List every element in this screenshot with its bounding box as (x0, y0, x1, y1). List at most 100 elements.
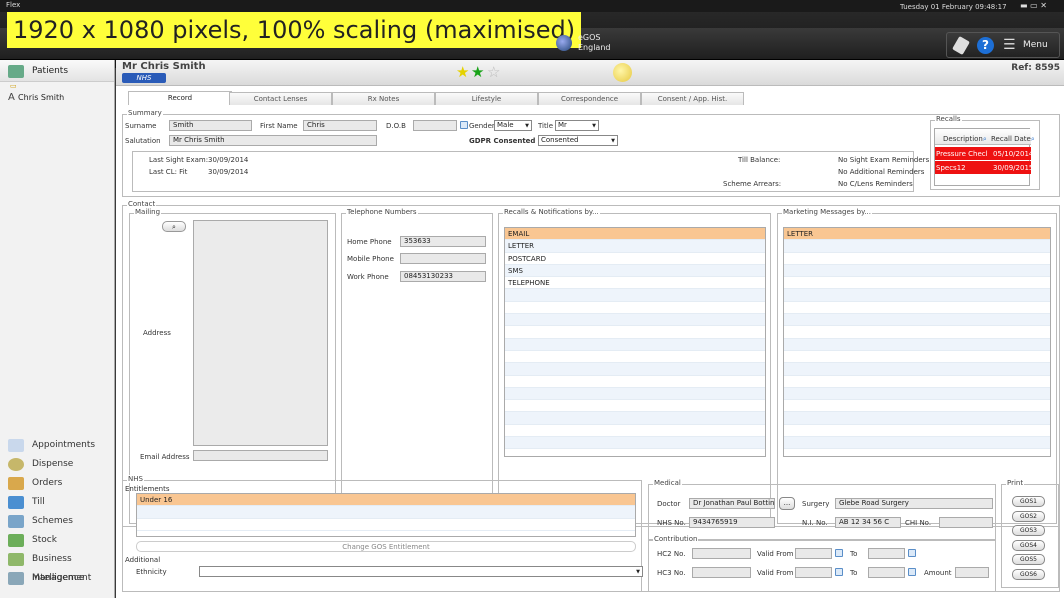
gender-select[interactable]: Male (494, 120, 532, 131)
chi-number-label: CHI No. (905, 519, 932, 527)
calendar-icon[interactable] (908, 568, 916, 576)
list-item (505, 338, 765, 351)
entitlements-list[interactable]: Under 16 (136, 493, 636, 537)
management-icon (8, 572, 24, 585)
tab-contact-lenses[interactable]: Contact Lenses (229, 92, 332, 105)
egos-button[interactable]: eGOS England (556, 33, 610, 53)
list-item[interactable]: Under 16 (137, 494, 635, 507)
col-label: Description (943, 135, 983, 143)
chi-number-field[interactable] (939, 517, 993, 528)
doctor-lookup-button[interactable]: ... (779, 497, 795, 510)
calendar-icon[interactable] (835, 549, 843, 557)
ethnicity-select[interactable] (199, 566, 643, 577)
gos3-button[interactable]: GOS3 (1012, 525, 1045, 536)
gos2-button[interactable]: GOS2 (1012, 511, 1045, 522)
hc3-label: HC3 No. (657, 569, 686, 577)
calendar-icon[interactable] (908, 549, 916, 557)
hc2-to-field[interactable] (868, 548, 905, 559)
menu-icon[interactable]: ☰ (1003, 37, 1016, 53)
nav-till[interactable]: Till (0, 493, 115, 512)
list-item (784, 302, 1050, 315)
recalls-col-date[interactable]: Recall Date⌕ (991, 135, 1035, 144)
hc3-valid-from-field[interactable] (795, 567, 832, 578)
nav-appointments[interactable]: Appointments (0, 436, 115, 455)
gos1-button[interactable]: GOS1 (1012, 496, 1045, 507)
hc2-valid-from-field[interactable] (795, 548, 832, 559)
nav-management[interactable]: Management (0, 569, 115, 588)
gos4-button[interactable]: GOS4 (1012, 540, 1045, 551)
work-phone-field[interactable]: 08453130233 (400, 271, 486, 282)
tab-lifestyle[interactable]: Lifestyle (435, 92, 538, 105)
print-panel: Print GOS1 GOS2 GOS3 GOS4 GOS5 GOS6 (1001, 479, 1059, 588)
list-item[interactable]: LETTER (505, 240, 765, 253)
amount-field[interactable] (955, 567, 989, 578)
recall-row[interactable]: Specs12 30/09/2015 (935, 161, 1033, 174)
calendar-icon[interactable] (835, 568, 843, 576)
tab-correspondence[interactable]: Correspondence (538, 92, 641, 105)
notification-list[interactable]: EMAIL LETTER POSTCARD SMS TELEPHONE (504, 227, 766, 457)
menu-button[interactable]: Menu (1023, 40, 1048, 50)
gos6-button[interactable]: GOS6 (1012, 569, 1045, 580)
recall-row[interactable]: Pressure Checl 05/10/2014 (935, 147, 1034, 160)
hc3-field[interactable] (692, 567, 751, 578)
gdpr-select[interactable]: Consented (538, 135, 618, 146)
firstname-label: First Name (260, 122, 298, 130)
hc2-field[interactable] (692, 548, 751, 559)
help-icon[interactable]: ? (977, 37, 994, 54)
firstname-field[interactable]: Chris (303, 120, 377, 131)
contact-legend: Contact (127, 200, 157, 208)
star-icon[interactable]: ★ (471, 64, 484, 80)
surgery-field[interactable]: Glebe Road Surgery (835, 498, 993, 509)
list-item (784, 240, 1050, 253)
address-field[interactable] (193, 220, 328, 446)
list-item (505, 363, 765, 376)
hc3-to-field[interactable] (868, 567, 905, 578)
list-item[interactable]: LETTER (784, 228, 1050, 241)
tab-consent[interactable]: Consent / App. Hist. (641, 92, 744, 105)
nav-patients[interactable]: Patients (0, 60, 114, 82)
search-icon: ⌕ (1030, 135, 1035, 143)
salutation-field[interactable]: Mr Chris Smith (169, 135, 377, 146)
nav-label: Orders (32, 478, 63, 488)
star-icon[interactable]: ★ (456, 64, 469, 80)
reminder-text: No Additional Reminders (838, 168, 925, 176)
entitlements-legend: Entitlements (125, 485, 170, 493)
calendar-icon[interactable] (460, 121, 468, 129)
nav-schemes[interactable]: Schemes (0, 512, 115, 531)
surname-field[interactable]: Smith (169, 120, 252, 131)
mobile-phone-field[interactable] (400, 253, 486, 264)
list-item[interactable]: EMAIL (505, 228, 765, 241)
pen-icon[interactable] (952, 36, 970, 55)
marketing-list[interactable]: LETTER (783, 227, 1051, 457)
dob-label: D.O.B (386, 122, 406, 130)
tab-rx-notes[interactable]: Rx Notes (332, 92, 435, 105)
title-select[interactable]: Mr (555, 120, 599, 131)
tab-record[interactable]: Record (128, 91, 232, 105)
list-item[interactable]: SMS (505, 264, 765, 278)
home-phone-field[interactable]: 353633 (400, 236, 486, 247)
address-search-icon[interactable]: ⌕ (162, 221, 186, 232)
last-cl-value: 30/09/2014 (208, 168, 249, 176)
recall-date: 05/10/2014 (993, 150, 1034, 158)
stock-icon (8, 534, 24, 547)
dob-field[interactable] (413, 120, 457, 131)
list-item (784, 425, 1050, 438)
list-item (784, 400, 1050, 413)
resolution-banner: 1920 x 1080 pixels, 100% scaling (maximi… (7, 12, 582, 48)
change-gos-button[interactable]: Change GOS Entitlement (136, 541, 636, 552)
nav-orders[interactable]: Orders (0, 474, 115, 493)
nhs-number-field[interactable]: 9434765919 (689, 517, 775, 528)
list-item[interactable]: POSTCARD (505, 253, 765, 265)
gos5-button[interactable]: GOS5 (1012, 554, 1045, 565)
recalls-col-description[interactable]: Description⌕ (943, 135, 987, 144)
nav-dispense[interactable]: Dispense (0, 455, 115, 474)
ni-number-field[interactable]: AB 12 34 56 C (835, 517, 901, 528)
star-icon[interactable]: ☆ (487, 64, 500, 80)
list-item[interactable]: TELEPHONE (505, 277, 765, 290)
patient-tree-item[interactable]: A Chris Smith (0, 92, 114, 103)
window-controls[interactable]: ▬ ▭ ✕ (1020, 1, 1047, 10)
nav-business-intelligence[interactable]: Business Intelligence (0, 550, 115, 583)
nav-stock[interactable]: Stock (0, 531, 115, 550)
doctor-field[interactable]: Dr Jonathan Paul Botting (689, 498, 775, 509)
email-field[interactable] (193, 450, 328, 461)
